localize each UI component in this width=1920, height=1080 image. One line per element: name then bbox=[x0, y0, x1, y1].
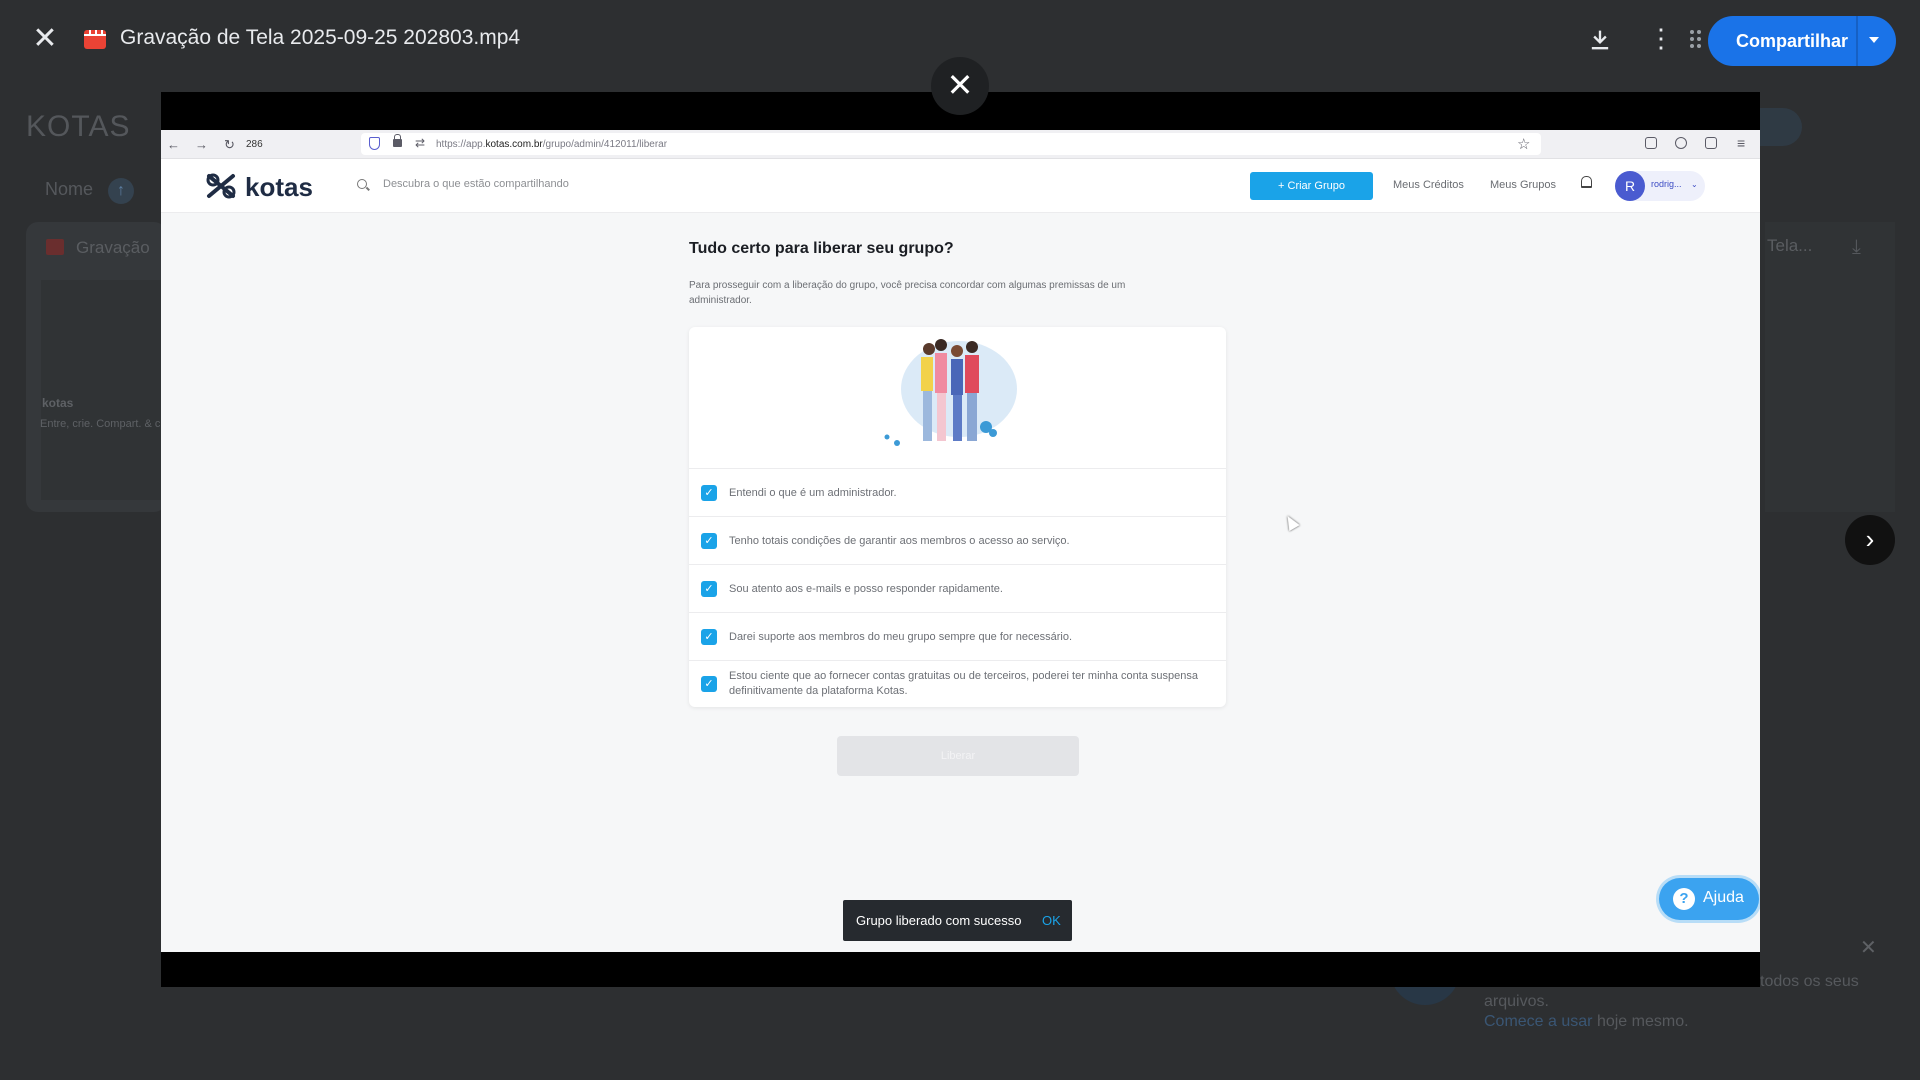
file-card-right[interactable]: Tela... bbox=[1765, 222, 1895, 512]
people-illustration bbox=[884, 339, 1017, 446]
download-icon bbox=[1591, 30, 1609, 50]
help-button[interactable]: ? Ajuda bbox=[1659, 878, 1759, 920]
check-row[interactable]: ✓ Estou ciente que ao fornecer contas gr… bbox=[689, 661, 1226, 707]
checkbox-checked-icon[interactable]: ✓ bbox=[701, 629, 717, 645]
check-row[interactable]: ✓ Entendi o que é um administrador. bbox=[689, 469, 1226, 517]
release-button[interactable]: Liberar bbox=[837, 736, 1079, 776]
user-name[interactable]: rodrig... bbox=[1651, 179, 1682, 189]
shield-icon[interactable] bbox=[369, 137, 380, 150]
video-frame-content: ← → ↻ 286 ⇄ https://app.kotas.com.br/gru… bbox=[161, 130, 1760, 952]
chevron-down-icon[interactable] bbox=[1869, 37, 1879, 43]
share-button[interactable]: Compartilhar bbox=[1708, 16, 1896, 66]
promo-tail: hoje mesmo. bbox=[1596, 1013, 1689, 1030]
video-player[interactable]: ← → ↻ 286 ⇄ https://app.kotas.com.br/gru… bbox=[161, 92, 1760, 987]
check-row[interactable]: ✓ Darei suporte aos membros do meu grupo… bbox=[689, 613, 1226, 661]
arrow-up-icon: ↑ bbox=[108, 178, 135, 204]
promo-text-1: todos os seus bbox=[1760, 973, 1859, 990]
toast-message: Grupo liberado com sucesso bbox=[856, 913, 1022, 928]
url-text: https://app.kotas.com.br/grupo/admin/412… bbox=[436, 139, 668, 150]
group-illustration bbox=[689, 327, 1226, 469]
search-icon bbox=[357, 179, 367, 189]
check-label: Darei suporte aos membros do meu grupo s… bbox=[729, 631, 1073, 643]
file-title: Gravação de Tela 2025-09-25 202803.mp4 bbox=[120, 26, 521, 49]
check-label: Tenho totais condições de garantir aos m… bbox=[729, 535, 1070, 547]
page-description: Para prosseguir com a liberação do grupo… bbox=[689, 280, 1126, 306]
extensions-icon[interactable] bbox=[1705, 137, 1717, 149]
forward-arrow-icon[interactable]: → bbox=[195, 137, 208, 152]
checkbox-checked-icon[interactable]: ✓ bbox=[701, 581, 717, 597]
terms-card: ✓ Entendi o que é um administrador. ✓ Te… bbox=[689, 327, 1226, 707]
file-card[interactable]: Gravação bbox=[26, 222, 166, 512]
checkbox-checked-icon[interactable]: ✓ bbox=[701, 533, 717, 549]
sort-label: Nome bbox=[45, 179, 94, 199]
zoom-level: 286 bbox=[246, 139, 263, 150]
video-file-icon bbox=[84, 30, 106, 49]
checkbox-checked-icon[interactable]: ✓ bbox=[701, 676, 717, 692]
check-row[interactable]: ✓ Sou atento aos e-mails e posso respond… bbox=[689, 565, 1226, 613]
file-thumbnail bbox=[41, 280, 166, 500]
next-file-button[interactable]: › bbox=[1845, 515, 1895, 565]
thumbnail-brand: kotas bbox=[42, 396, 74, 410]
kotas-logo[interactable]: kotas bbox=[204, 169, 334, 203]
share-label: Compartilhar bbox=[1736, 31, 1849, 51]
sort-control[interactable]: Nome ↑ bbox=[45, 178, 135, 204]
help-icon: ? bbox=[1673, 888, 1695, 910]
share-divider bbox=[1856, 16, 1858, 66]
check-row[interactable]: ✓ Tenho totais condições de garantir aos… bbox=[689, 517, 1226, 565]
download-icon[interactable]: ⤓ bbox=[1852, 236, 1874, 258]
promo-text-2: arquivos. bbox=[1484, 993, 1549, 1010]
create-group-button[interactable]: + Criar Grupo bbox=[1250, 172, 1373, 200]
bell-icon[interactable] bbox=[1581, 176, 1592, 188]
kotas-logo-icon bbox=[206, 173, 236, 199]
viewer-close-button[interactable]: ✕ bbox=[26, 20, 64, 58]
promo-link-line: Comece a usar hoje mesmo. bbox=[1484, 1013, 1689, 1031]
bookmark-star-icon[interactable]: ☆ bbox=[1517, 135, 1530, 153]
reload-icon[interactable]: ↻ bbox=[224, 137, 235, 153]
close-icon[interactable]: ✕ bbox=[1860, 935, 1877, 960]
brand-name: kotas bbox=[245, 172, 313, 202]
toast-ok-button[interactable]: OK bbox=[1042, 913, 1061, 928]
site-header: kotas Descubra o que estão compartilhand… bbox=[161, 159, 1760, 213]
lock-icon[interactable] bbox=[393, 134, 402, 147]
thumbnail-caption: Entre, crie. Compart. & curta bbox=[40, 418, 180, 430]
hamburger-menu-icon[interactable]: ≡ bbox=[1737, 135, 1745, 151]
help-label: Ajuda bbox=[1703, 889, 1744, 906]
permissions-icon[interactable]: ⇄ bbox=[415, 136, 425, 150]
back-arrow-icon[interactable]: ← bbox=[167, 137, 180, 152]
apps-icon[interactable] bbox=[1690, 30, 1706, 50]
check-label: Estou ciente que ao fornecer contas grat… bbox=[729, 670, 1199, 697]
folder-title: KOTAS bbox=[26, 110, 131, 143]
file-card-right-title: Tela... bbox=[1767, 236, 1813, 255]
page-title: Tudo certo para liberar seu grupo? bbox=[689, 240, 954, 257]
check-label: Entendi o que é um administrador. bbox=[729, 487, 897, 499]
video-close-button[interactable]: ✕ bbox=[931, 57, 989, 115]
pocket-icon[interactable] bbox=[1645, 137, 1657, 149]
file-card-title: Gravação bbox=[46, 238, 150, 258]
nav-my-groups[interactable]: Meus Grupos bbox=[1490, 179, 1556, 191]
success-toast: Grupo liberado com sucesso OK bbox=[843, 900, 1072, 941]
checkbox-checked-icon[interactable]: ✓ bbox=[701, 485, 717, 501]
nav-my-credits[interactable]: Meus Créditos bbox=[1393, 179, 1464, 191]
chevron-down-icon[interactable]: ⌄ bbox=[1691, 180, 1698, 189]
promo-link[interactable]: Comece a usar bbox=[1484, 1013, 1593, 1030]
download-button[interactable] bbox=[1586, 26, 1614, 54]
mouse-cursor-icon bbox=[1282, 512, 1300, 532]
check-label: Sou atento aos e-mails e posso responder… bbox=[729, 583, 1003, 595]
browser-url-bar: ← → ↻ 286 ⇄ https://app.kotas.com.br/gru… bbox=[161, 130, 1760, 159]
avatar[interactable]: R bbox=[1615, 171, 1645, 201]
search-input[interactable]: Descubra o que estão compartilhando bbox=[383, 178, 569, 190]
more-options-button[interactable]: ⋮ bbox=[1648, 25, 1674, 56]
account-icon[interactable] bbox=[1675, 137, 1687, 149]
